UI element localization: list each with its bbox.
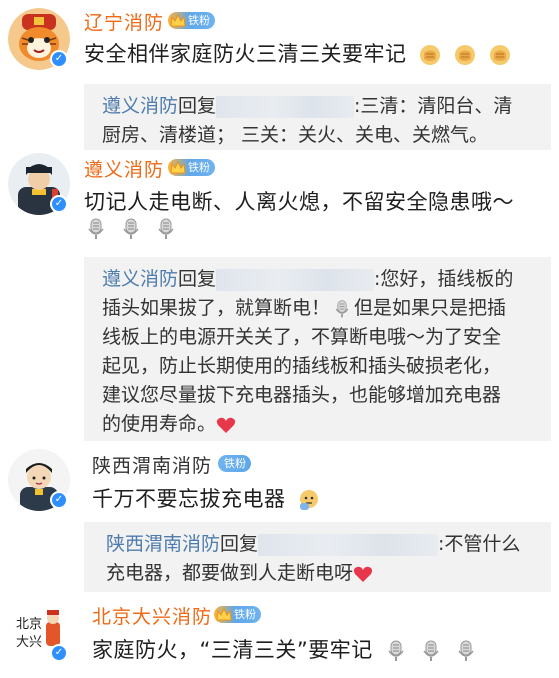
reply-line: 充电器，都要做到人走断电呀 xyxy=(106,559,541,588)
reply-box[interactable]: 遵义消防回复:您好，插线板的 插头如果拔了，就算断电！ 但是如果只是把插 线板上的… xyxy=(84,257,551,441)
commenter-name[interactable]: 陕西渭南消防 xyxy=(92,451,212,478)
heart-icon xyxy=(353,565,373,583)
svg-text:北京: 北京 xyxy=(16,617,42,632)
fist-emoji-icon xyxy=(488,43,512,67)
microphone-emoji-icon xyxy=(84,217,108,241)
verified-icon: ✓ xyxy=(50,491,68,509)
fan-badge: 铁粉 xyxy=(214,606,261,623)
fan-badge: 铁粉 xyxy=(168,12,215,29)
fan-badge: 铁粉 xyxy=(218,455,251,472)
verified-icon: ✓ xyxy=(50,50,68,68)
comment-item: ✓ 陕西渭南消防 铁粉 千万不要忘拔充电器 xyxy=(0,443,559,518)
microphone-emoji-icon xyxy=(332,299,352,319)
reply-verb: 回复 xyxy=(178,95,217,117)
crown-icon xyxy=(216,607,232,622)
microphone-emoji-icon xyxy=(154,217,178,241)
reply-line: 建议您尽量拔下充电器插头，也能够增加充电器 xyxy=(102,384,502,406)
reply-author-name[interactable]: 遵义消防 xyxy=(102,95,178,117)
reply-line: 的使用寿命。 xyxy=(102,410,541,439)
commenter-name[interactable]: 遵义消防 xyxy=(84,155,164,182)
fist-emoji-icon xyxy=(418,43,442,67)
reply-line: 厨房、清楼道； 三关：关火、关电、关燃气。 xyxy=(102,124,489,146)
microphone-emoji-icon xyxy=(384,639,408,663)
svg-text:大兴: 大兴 xyxy=(16,635,42,650)
fist-emoji-icon xyxy=(453,43,477,67)
comment-text: 千万不要忘拔充电器 xyxy=(92,483,321,513)
reply-box[interactable]: 遵义消防回复:三清：清阳台、清 厨房、清楼道； 三关：关火、关电、关燃气。 xyxy=(84,84,551,150)
comment-text: 切记人走电断、人离火熄，不留安全隐患哦～ xyxy=(84,190,514,214)
fan-badge: 铁粉 xyxy=(168,159,215,176)
reply-box[interactable]: 陕西渭南消防回复:不管什么 充电器，都要做到人走断电呀 xyxy=(84,522,551,592)
reply-line: 起见，防止长期使用的插线板和插头破损老化， xyxy=(102,355,502,377)
verified-icon: ✓ xyxy=(50,195,68,213)
heart-icon xyxy=(216,416,236,434)
comment-emoji-row xyxy=(80,216,178,241)
masked-username xyxy=(216,95,355,118)
reply-author-name[interactable]: 陕西渭南消防 xyxy=(106,533,220,555)
microphone-emoji-icon xyxy=(119,217,143,241)
comment-item: ✓ 辽宁消防 铁粉 安全相伴家庭防火三清三关要牢记 xyxy=(0,0,559,80)
microphone-emoji-icon xyxy=(419,639,443,663)
reply-line: 线板上的电源开关关了，不算断电哦～为了安全 xyxy=(102,326,502,348)
reply-line: 遵义消防回复:三清：清阳台、清 xyxy=(102,95,513,118)
reply-line: 插头如果拔了，就算断电！ 但是如果只是把插 xyxy=(102,297,507,319)
commenter-name[interactable]: 辽宁消防 xyxy=(84,8,164,35)
crown-icon xyxy=(170,13,186,28)
reply-verb: 回复 xyxy=(220,533,259,555)
commenter-name[interactable]: 北京大兴消防 xyxy=(92,602,212,629)
reply-line: 遵义消防回复:您好，插线板的 xyxy=(102,268,514,291)
microphone-emoji-icon xyxy=(454,639,478,663)
crown-icon xyxy=(170,160,186,175)
comment-text: 家庭防火，“三清三关”要牢记 xyxy=(92,634,478,664)
reply-author-name[interactable]: 遵义消防 xyxy=(102,268,178,290)
masked-username xyxy=(216,268,375,291)
comment-text: 安全相伴家庭防火三清三关要牢记 xyxy=(84,38,512,68)
thinking-emoji-icon xyxy=(297,488,321,512)
reply-line: 陕西渭南消防回复:不管什么 xyxy=(106,533,521,556)
verified-icon: ✓ xyxy=(50,644,68,662)
masked-username xyxy=(258,533,439,556)
comment-item: 北京 大兴 ✓ 北京大兴消防 铁粉 家庭防火，“三清三关”要牢记 xyxy=(0,598,559,678)
comment-item: ✓ 遵义消防 铁粉 切记人走电断、人离火熄，不留安全隐患哦～ xyxy=(0,150,559,245)
reply-verb: 回复 xyxy=(178,268,217,290)
